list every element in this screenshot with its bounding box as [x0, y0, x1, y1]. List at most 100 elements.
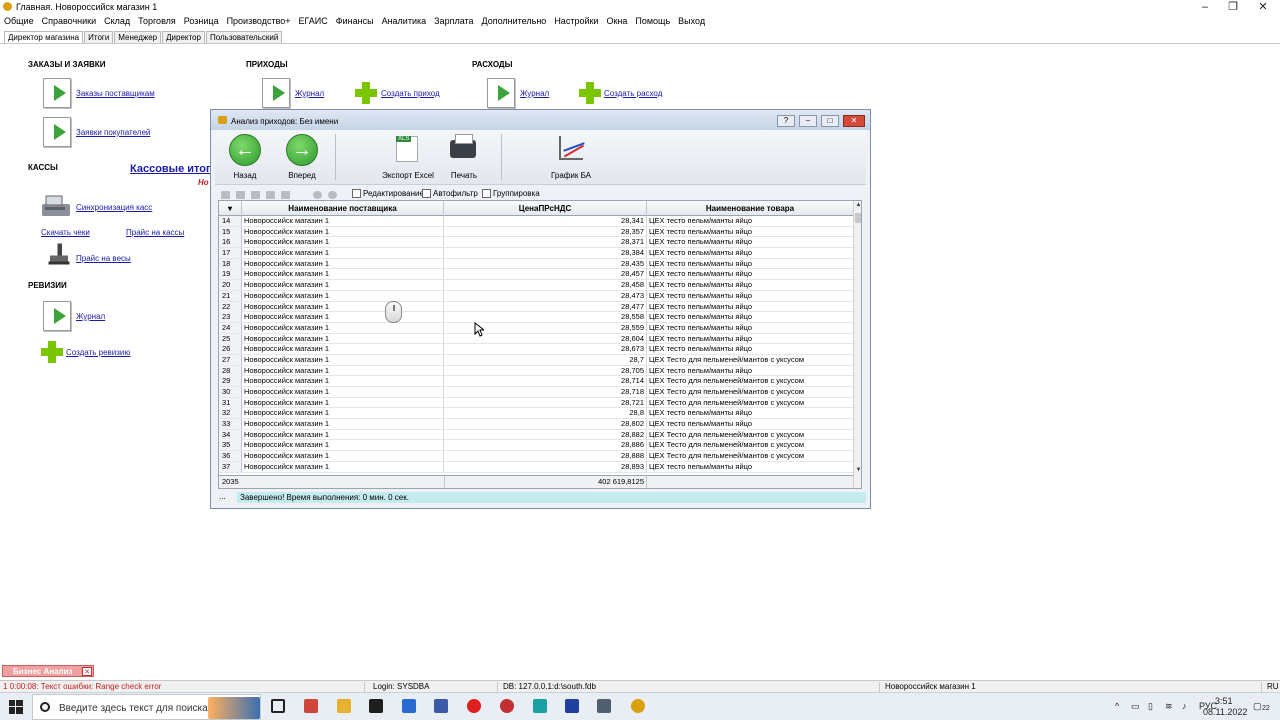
app-shield-icon[interactable] [500, 699, 514, 713]
notification-icon[interactable]: ▢ [1253, 701, 1262, 712]
menu-item[interactable]: Дополнительно [478, 15, 551, 27]
create-income-icon[interactable] [355, 82, 377, 104]
create-income-link[interactable]: Создать приход [381, 89, 440, 98]
check-icon[interactable] [313, 191, 322, 199]
business-app-icon[interactable] [631, 699, 645, 713]
cash-totals-link[interactable]: Кассовые итоги [130, 163, 217, 175]
tab-item[interactable]: Директор [162, 31, 205, 43]
table-row[interactable]: 23 Новороссийск магазин 1 28,558 ЦЕХ тесто … [219, 312, 853, 323]
table-row[interactable]: 27 Новороссийск магазин 1 28,7 ЦЕХ Тесто дл… [219, 354, 853, 366]
yandex-icon[interactable] [467, 699, 481, 713]
table-row[interactable]: 24 Новороссийск магазин 1 28,559 ЦЕХ тесто … [219, 322, 853, 334]
menu-item[interactable]: Окна [602, 15, 631, 27]
table-row[interactable]: 18 Новороссийск магазин 1 28,435 ЦЕХ тесто … [219, 258, 853, 270]
scroll-down-icon[interactable]: ▼ [854, 466, 861, 475]
menu-item[interactable]: Выход [674, 15, 709, 27]
close-icon[interactable]: ✕ [1248, 0, 1278, 14]
table-row[interactable]: 22 Новороссийск магазин 1 28,477 ЦЕХ тесто … [219, 301, 853, 313]
price-scales-link[interactable]: Прайс на весы [76, 254, 131, 263]
table-row[interactable]: 30 Новороссийск магазин 1 28,718 ЦЕХ Тесто … [219, 387, 853, 398]
column-price[interactable]: ЦенаПРсНДС [444, 201, 647, 216]
dialog-minimize-icon[interactable]: – [799, 115, 817, 127]
app-desktop-icon[interactable] [597, 699, 611, 713]
checkbox-box[interactable] [422, 189, 431, 198]
sync-cash-link[interactable]: Синхронизация касс [76, 203, 152, 212]
app-n-icon[interactable] [533, 699, 547, 713]
network-icon[interactable]: ▭ [1131, 701, 1140, 712]
table-row[interactable]: 14 Новороссийск магазин 1 28,341 ЦЕХ тесто … [219, 216, 853, 227]
create-expense-link[interactable]: Создать расход [604, 89, 662, 98]
menu-item[interactable]: Помощь [631, 15, 674, 27]
print-button[interactable]: Печать [436, 132, 492, 182]
table-row[interactable]: 29 Новороссийск магазин 1 28,714 ЦЕХ Тесто … [219, 376, 853, 387]
table-row[interactable]: 19 Новороссийск магазин 1 28,457 ЦЕХ тесто … [219, 269, 853, 281]
audit-journal-link[interactable]: Журнал [76, 312, 105, 321]
file-explorer-icon[interactable] [337, 699, 351, 713]
app-red-icon[interactable] [304, 699, 318, 713]
grid-tool-icon[interactable] [236, 191, 245, 199]
table-row[interactable]: 16 Новороссийск магазин 1 28,371 ЦЕХ тесто … [219, 237, 853, 249]
supplier-orders-icon[interactable] [43, 78, 71, 108]
menu-item[interactable]: Зарплата [430, 15, 477, 27]
business-analysis-tab[interactable]: Бизнес Анализ ✕ [2, 665, 94, 677]
create-expense-icon[interactable] [579, 82, 601, 104]
export-excel-button[interactable]: Экспорт Excel [380, 132, 436, 182]
table-row[interactable]: 28 Новороссийск магазин 1 28,705 ЦЕХ тесто … [219, 365, 853, 377]
price-cash-link[interactable]: Прайс на кассы [126, 228, 184, 237]
scroll-thumb[interactable] [855, 213, 861, 223]
close-tab-icon[interactable]: ✕ [82, 667, 92, 676]
help-button[interactable]: ? [777, 115, 795, 127]
back-button[interactable]: ← Назад [217, 132, 273, 182]
grid-tool-icon[interactable] [251, 191, 260, 199]
taskbar-search[interactable]: Введите здесь текст для поиска [32, 694, 261, 720]
cash-register-icon[interactable] [40, 194, 72, 218]
supplier-orders-link[interactable]: Заказы поставщикам [76, 89, 155, 98]
table-row[interactable]: 37 Новороссийск магазин 1 28,893 ЦЕХ тесто … [219, 461, 853, 473]
scroll-up-icon[interactable]: ▲ [854, 201, 861, 210]
menu-item[interactable]: Склад [100, 15, 134, 27]
menu-item[interactable]: Общие [0, 15, 38, 27]
audit-journal-icon[interactable] [43, 301, 71, 331]
minimize-icon[interactable]: – [1190, 0, 1220, 14]
create-audit-icon[interactable] [41, 341, 63, 363]
chart-ba-button[interactable]: График БА [543, 132, 599, 182]
app-user-icon[interactable] [565, 699, 579, 713]
menu-item[interactable]: ЕГАИС [295, 15, 332, 27]
table-row[interactable]: 35 Новороссийск магазин 1 28,886 ЦЕХ Тесто … [219, 440, 853, 452]
forward-button[interactable]: → Вперед [274, 132, 330, 182]
editing-checkbox[interactable]: Редактирование [352, 189, 424, 198]
terminal-icon[interactable] [369, 699, 383, 713]
column-supplier[interactable]: Наименование поставщика [242, 201, 444, 216]
grid-tool-icon[interactable] [281, 191, 290, 199]
menu-item[interactable]: Справочники [38, 15, 101, 27]
dialog-maximize-icon[interactable]: □ [821, 115, 839, 127]
income-journal-link[interactable]: Журнал [295, 89, 324, 98]
table-row[interactable]: 20 Новороссийск магазин 1 28,458 ЦЕХ тесто … [219, 280, 853, 291]
buyer-requests-icon[interactable] [43, 117, 71, 147]
table-row[interactable]: 32 Новороссийск магазин 1 28,8 ЦЕХ тесто пе… [219, 408, 853, 420]
menu-item[interactable]: Финансы [332, 15, 378, 27]
menu-item[interactable]: Настройки [550, 15, 602, 27]
table-row[interactable]: 25 Новороссийск магазин 1 28,604 ЦЕХ тесто … [219, 333, 853, 345]
expense-journal-link[interactable]: Журнал [520, 89, 549, 98]
floppy-icon[interactable] [434, 699, 448, 713]
grouping-checkbox[interactable]: Группировка [482, 189, 540, 198]
create-audit-link[interactable]: Создать ревизию [66, 348, 130, 357]
table-row[interactable]: 36 Новороссийск магазин 1 28,888 ЦЕХ Тесто … [219, 451, 853, 462]
tab-item[interactable]: Директор магазина [4, 31, 84, 43]
info-icon[interactable] [328, 191, 337, 199]
buyer-requests-link[interactable]: Заявки покупателей [76, 128, 150, 137]
column-product[interactable]: Наименование товара [647, 201, 853, 216]
tray-arrow-icon[interactable]: ^ [1115, 701, 1119, 711]
menu-item[interactable]: Торговля [134, 15, 180, 27]
tab-item[interactable]: Менеджер [114, 31, 162, 43]
restore-icon[interactable]: ❐ [1218, 0, 1248, 14]
tray-date[interactable]: 08.11.2022 [1203, 707, 1247, 717]
table-row[interactable]: 34 Новороссийск магазин 1 28,882 ЦЕХ Тесто … [219, 429, 853, 441]
table-row[interactable]: 31 Новороссийск магазин 1 28,721 ЦЕХ Тесто … [219, 397, 853, 409]
dialog-close-icon[interactable]: ✕ [843, 115, 865, 127]
grid-scrollbar[interactable]: ▲ ▼ [853, 201, 861, 488]
grid-tool-icon[interactable] [221, 191, 230, 199]
task-view-icon[interactable] [271, 699, 285, 713]
tray-time[interactable]: 3:51 [1215, 696, 1233, 706]
